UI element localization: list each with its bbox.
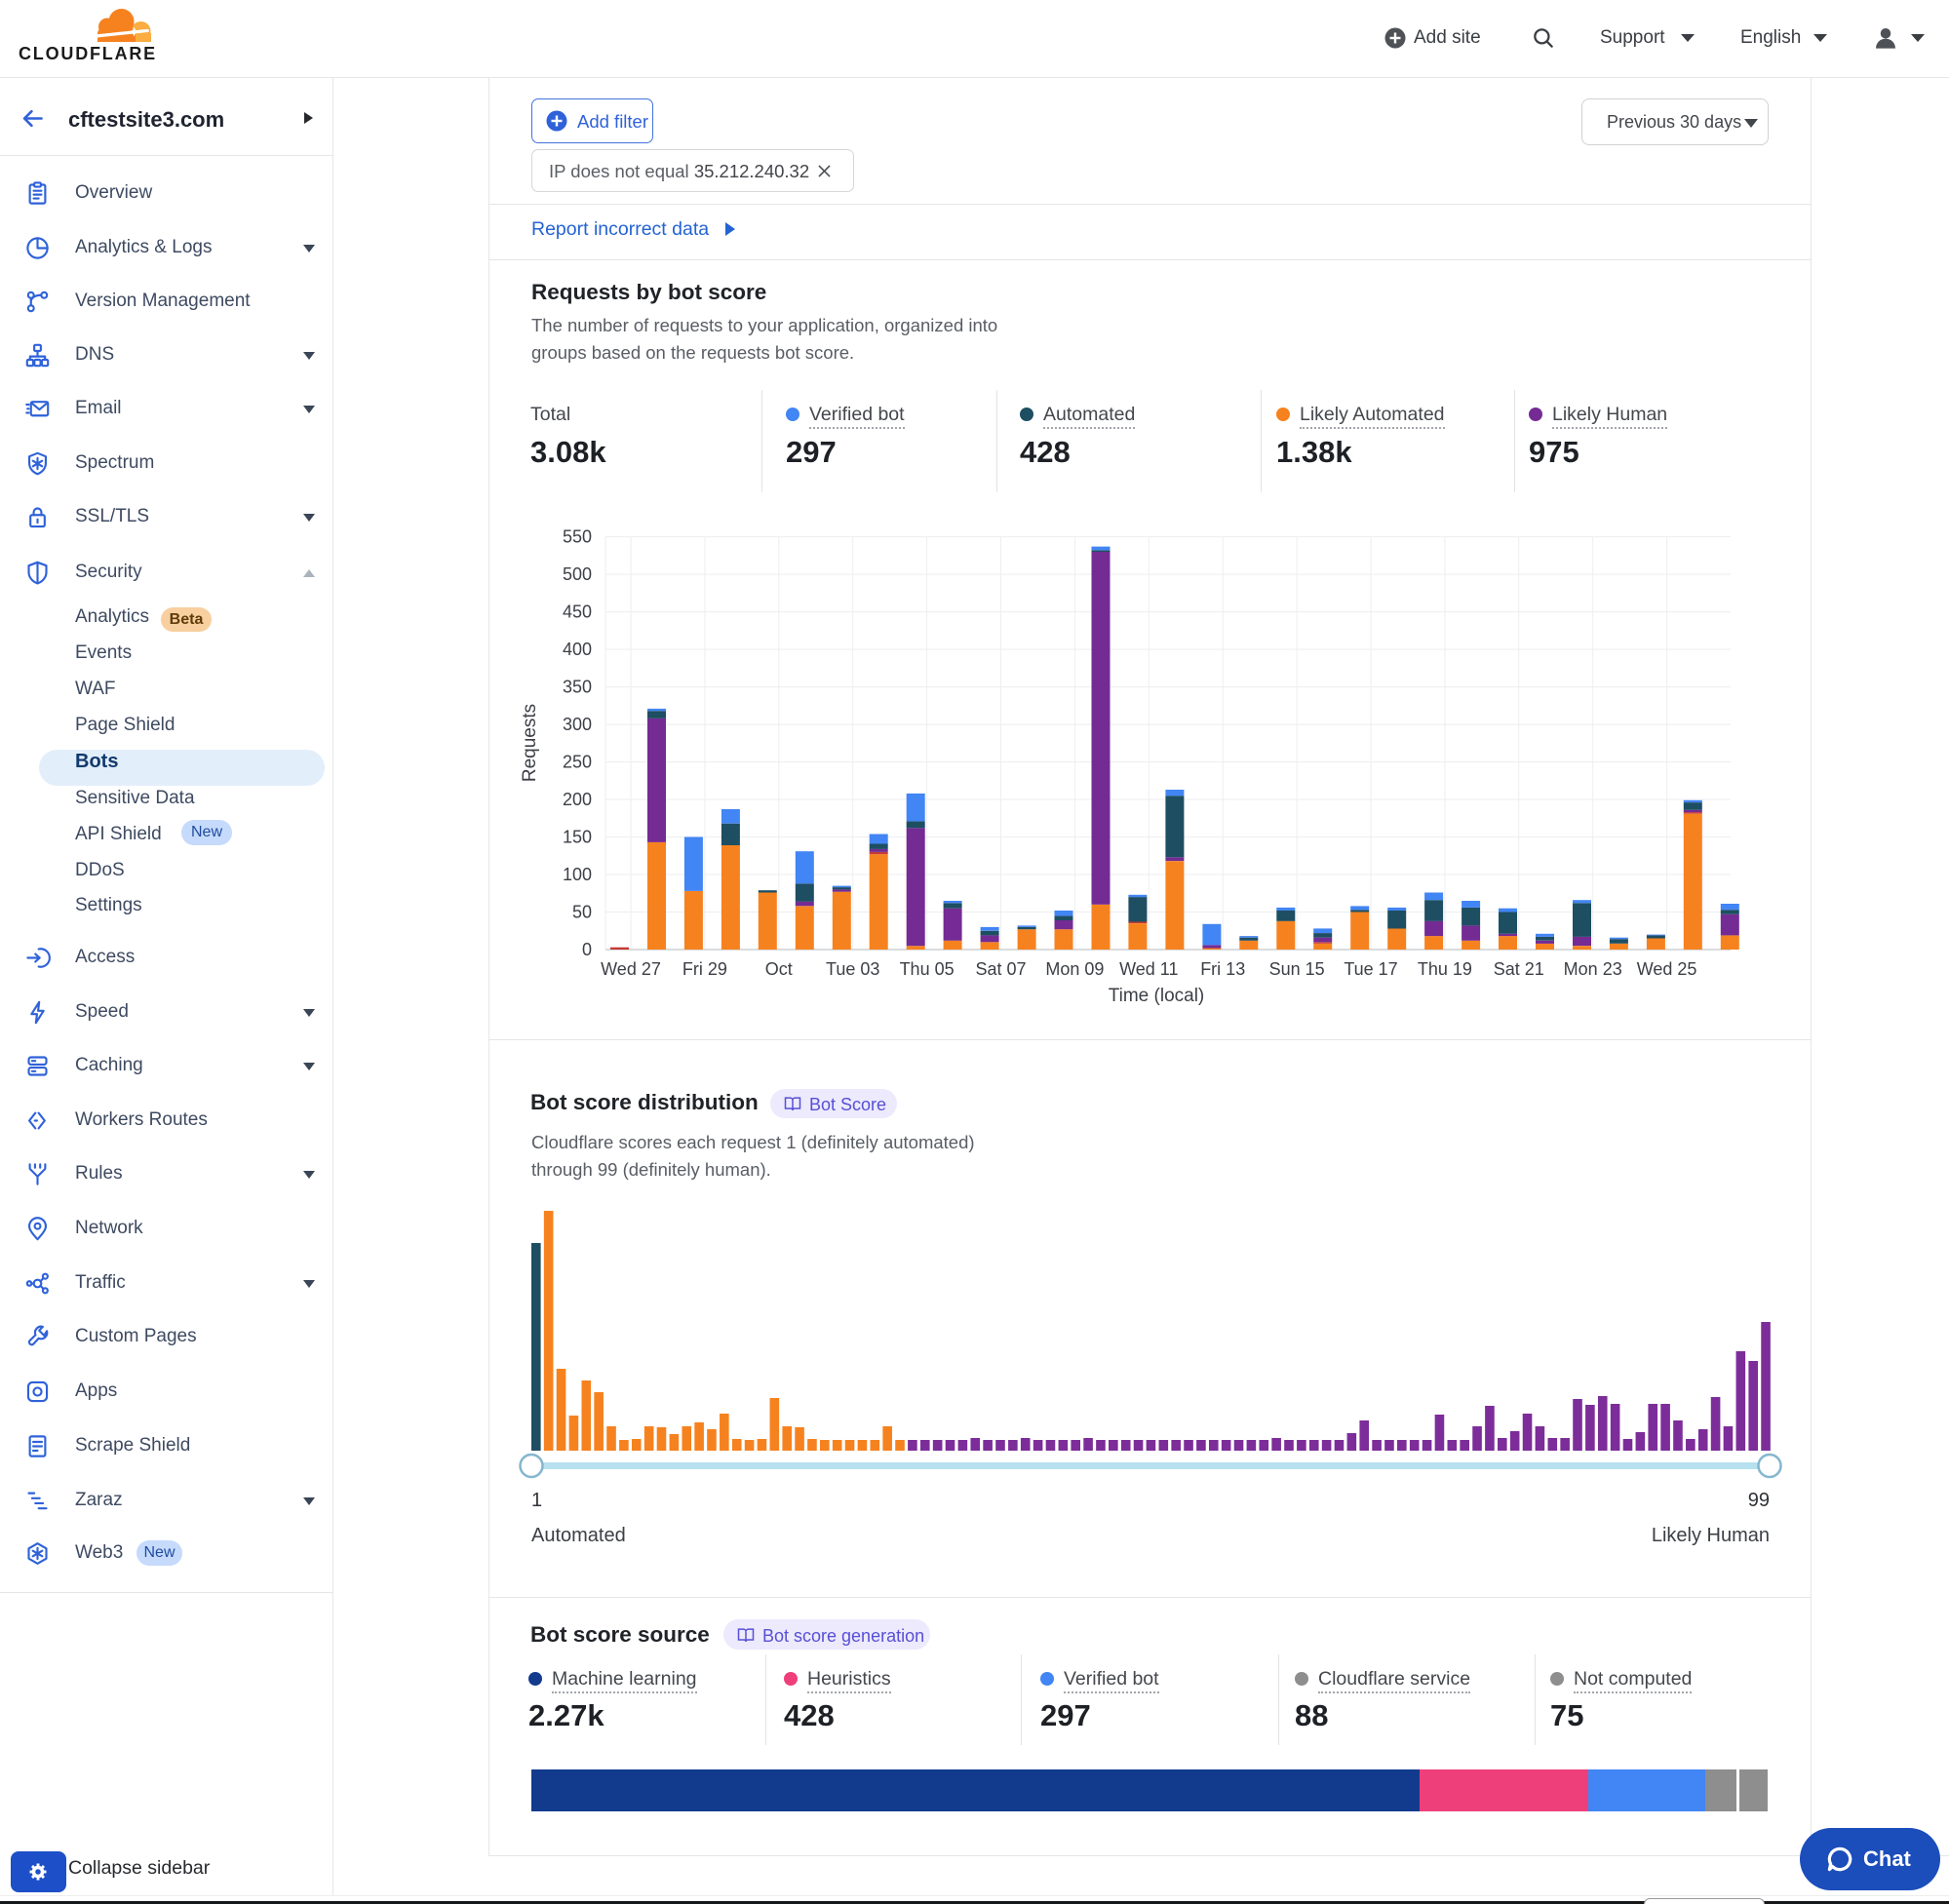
svg-text:250: 250 [563,753,592,772]
svg-text:500: 500 [563,564,592,584]
svg-text:200: 200 [563,790,592,809]
svg-text:Tue 17: Tue 17 [1344,959,1397,979]
svg-text:400: 400 [563,640,592,659]
svg-text:Fri 13: Fri 13 [1200,959,1245,979]
svg-text:550: 550 [563,527,592,547]
svg-text:Sun 15: Sun 15 [1269,959,1325,979]
svg-text:Fri 29: Fri 29 [682,959,727,979]
svg-text:Wed 11: Wed 11 [1119,959,1178,979]
svg-text:50: 50 [572,903,592,922]
svg-text:Mon 23: Mon 23 [1564,959,1622,979]
svg-text:Wed 27: Wed 27 [601,959,661,979]
svg-text:0: 0 [582,940,592,959]
svg-text:100: 100 [563,865,592,884]
svg-text:Wed 25: Wed 25 [1637,959,1697,979]
svg-text:Requests: Requests [520,704,540,782]
svg-text:350: 350 [563,678,592,697]
svg-text:300: 300 [563,715,592,734]
svg-text:Tue 03: Tue 03 [826,959,879,979]
svg-text:450: 450 [563,602,592,622]
svg-text:Sat 21: Sat 21 [1494,959,1544,979]
svg-text:Thu 19: Thu 19 [1418,959,1472,979]
svg-text:Mon 09: Mon 09 [1045,959,1104,979]
svg-text:Sat 07: Sat 07 [975,959,1026,979]
svg-text:Oct: Oct [765,959,793,979]
svg-text:150: 150 [563,828,592,847]
svg-text:Thu 05: Thu 05 [900,959,955,979]
svg-text:Time (local): Time (local) [1109,986,1205,1006]
